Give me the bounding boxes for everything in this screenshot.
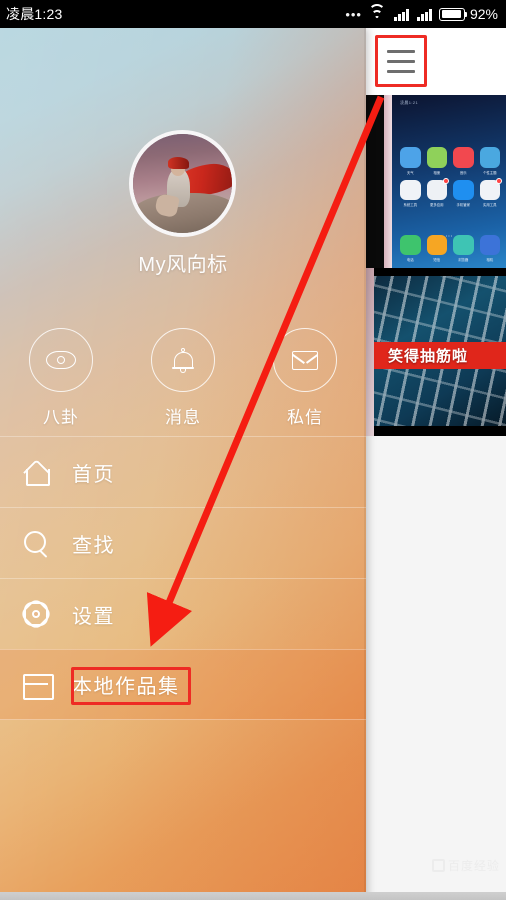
battery-percent: 92% [469, 6, 498, 22]
envelope-icon [292, 350, 318, 370]
username-label: My风向标 [138, 254, 228, 276]
panel-empty-area: 百度经验 [366, 436, 506, 900]
app-top-bar [366, 28, 506, 95]
drawer-menu-list: 首页 查找 设置 本地作品集 [0, 436, 366, 720]
status-time: 凌晨1:23 [6, 6, 63, 22]
signal-bars-icon-2 [416, 8, 432, 21]
app-icon: 实用工具 [479, 177, 502, 207]
homescreen-icon-grid: 天气 相册 音乐 个性主题 系统工具 更多应用 手机管家 实用工具 [400, 147, 502, 207]
folder-icon [22, 673, 54, 700]
more-dots-icon: ••• [345, 6, 362, 22]
app-icon: 天气 [400, 147, 421, 175]
dock-icon: 短信 [426, 234, 447, 262]
app-icon: 个性主题 [479, 147, 500, 175]
phone-screen: 凌晨1:23 ••• 92% 凌晨1:21 天气 相册 音乐 个性主题 系统工具… [0, 0, 506, 900]
sidebar-item-home[interactable]: 首页 [0, 436, 366, 507]
gear-icon [19, 597, 53, 631]
dock-icon: 相机 [479, 234, 500, 262]
app-icon: 更多应用 [426, 177, 449, 207]
battery-icon [438, 7, 468, 21]
list-item[interactable]: 笑得抽筋啦 [366, 268, 506, 436]
local-collection-highlight-box [71, 667, 191, 705]
list-item[interactable]: 凌晨1:21 天气 相册 音乐 个性主题 系统工具 更多应用 手机管家 实用工具… [366, 95, 506, 268]
avatar[interactable] [129, 130, 236, 237]
homescreen-dock: 电话 短信 浏览器 相机 [400, 234, 500, 262]
quick-action-messages[interactable]: 消息 [122, 328, 244, 428]
watermark-icon [431, 859, 445, 872]
sidebar-item-local-collection[interactable]: 本地作品集 [0, 649, 366, 720]
sidebar-item-settings[interactable]: 设置 [0, 578, 366, 649]
app-icon: 手机管家 [453, 179, 474, 207]
eye-icon [46, 351, 76, 369]
app-content-panel: 凌晨1:21 天气 相册 音乐 个性主题 系统工具 更多应用 手机管家 实用工具… [366, 28, 506, 900]
wifi-icon [368, 3, 386, 21]
system-navigation-bar [0, 892, 506, 900]
quick-action-direct-message[interactable]: 私信 [244, 328, 366, 428]
thumbnail-status-text: 凌晨1:21 [400, 100, 419, 105]
signal-bars-icon-1 [393, 8, 409, 21]
sidebar-item-search[interactable]: 查找 [0, 507, 366, 578]
navigation-drawer: My风向标 八卦 消息 私信 首页 查找 设置 本地作品集 [0, 28, 366, 900]
dock-icon: 电话 [400, 234, 421, 262]
dock-icon: 浏览器 [453, 234, 474, 262]
hamburger-highlight-box [375, 35, 427, 87]
watermark: 百度经验 [431, 857, 500, 874]
app-icon: 相册 [426, 147, 447, 175]
app-icon: 音乐 [453, 147, 474, 175]
quick-action-bagua[interactable]: 八卦 [0, 328, 122, 428]
search-icon [23, 530, 49, 556]
thumbnail-banner: 笑得抽筋啦 [374, 342, 506, 369]
home-icon [24, 461, 50, 486]
app-icon: 系统工具 [400, 179, 421, 207]
quick-actions-row: 八卦 消息 私信 [0, 328, 366, 428]
bell-icon [171, 347, 194, 373]
status-bar: 凌晨1:23 ••• 92% [0, 0, 506, 28]
